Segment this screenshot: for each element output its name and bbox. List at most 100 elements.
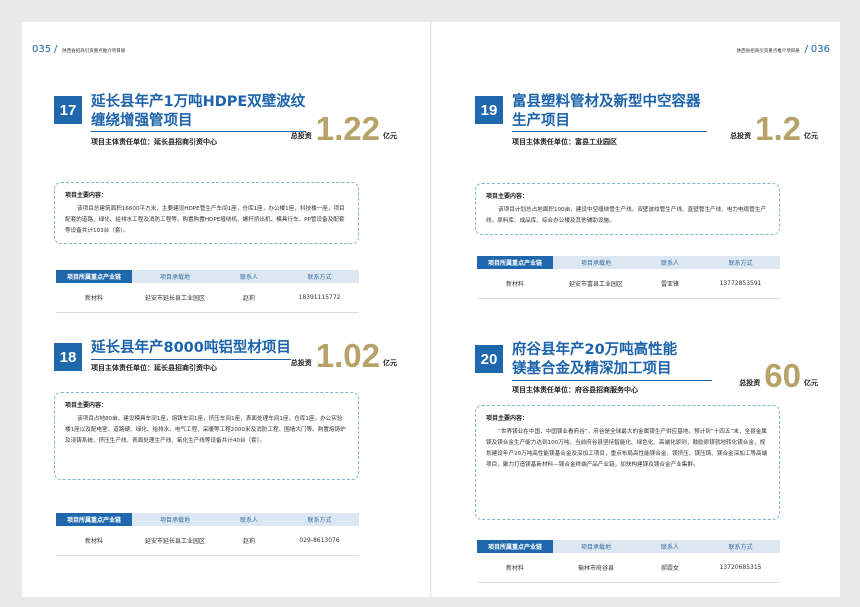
right-page-header: 陕西省招商引资重点推介项目册 / 036	[735, 44, 830, 55]
table-header: 项目所属重点产业链 项目承载地 联系人 联系方式	[477, 256, 780, 269]
header-contact: 联系人	[660, 544, 679, 551]
content-title: 项目主要内容：	[65, 192, 108, 199]
project-number-badge: 20	[475, 345, 503, 373]
investment-unit: 亿元	[383, 359, 397, 367]
header-location: 项目承载地	[580, 544, 611, 551]
header-location: 项目承载地	[159, 274, 190, 281]
industry-chain-cell: 新材料	[505, 565, 524, 572]
industry-chain-cell: 新材料	[84, 538, 103, 545]
contact-cell: 赵莉	[242, 538, 255, 545]
table-header: 项目所属重点产业链 项目承载地 联系人 联系方式	[477, 540, 780, 553]
header-contact: 联系人	[239, 517, 258, 524]
content-text: 该项目占地80亩，建设模具车间1座，熔铸车间1座，挤压车间1座，表面处理车间1座…	[65, 416, 346, 444]
contact-cell: 郝霞女	[660, 565, 679, 572]
total-investment: 总投资 60 亿元	[739, 359, 818, 392]
project-content-box: 项目主要内容： 该项目占地80亩，建设模具车间1座，熔铸车间1座，挤压车间1座，…	[54, 392, 359, 480]
header-location: 项目承载地	[580, 260, 611, 267]
investment-amount: 1.02	[315, 337, 380, 374]
investment-amount: 1.22	[315, 110, 380, 147]
investment-label: 总投资	[739, 379, 761, 387]
content-text: “世界镁业在中国，中国镁业看府谷”，府谷是全球最大的金属镁生产供应基地。预计到“…	[486, 429, 768, 468]
project-number-badge: 19	[475, 96, 503, 124]
project-title-line2: 镁基合金及精深加工项目	[512, 361, 672, 377]
total-investment: 总投资 1.2 亿元	[730, 112, 818, 145]
project-title: 延长县年产8000吨铝型材项目	[91, 339, 311, 358]
title-underline	[512, 131, 707, 132]
header-contact: 联系人	[239, 274, 258, 281]
content-text: 该项目总建筑面积16600平方米，主要建设HDPE管生产车间1座，仓库1座，办公…	[65, 206, 345, 234]
project-title-line1: 府谷县年产20万吨高性能	[512, 342, 678, 358]
header-slash: /	[804, 44, 809, 55]
contact-cell: 赵莉	[242, 295, 255, 302]
project-title: 府谷县年产20万吨高性能 镁基合金及精深加工项目	[512, 341, 732, 379]
project-18: 18 延长县年产8000吨铝型材项目 项目主体责任单位：延长县招商引资中心 总投…	[54, 339, 399, 563]
header-industry-chain: 项目所属重点产业链	[56, 513, 132, 526]
investment-unit: 亿元	[804, 132, 818, 140]
right-page: 陕西省招商引资重点推介项目册 / 036 19 富县塑料管材及新型中空容器 生产…	[431, 22, 840, 597]
location-cell: 延安市延长县工业园区	[144, 295, 205, 302]
total-investment: 总投资 1.22 亿元	[291, 112, 397, 145]
contact-cell: 雷亚锋	[660, 281, 679, 288]
project-17: 17 延长县年产1万吨HDPE双壁波纹 缠绕增强管项目 项目主体责任单位：延长县…	[54, 93, 399, 316]
responsible-unit: 项目主体责任单位：富县工业园区	[512, 138, 617, 146]
table-row: 新材料 延安市富县工业园区 雷亚锋 13772853591	[477, 269, 780, 299]
table-row: 新材料 榆林市府谷县 郝霞女 13720685315	[477, 553, 780, 583]
phone-cell: 13772853591	[719, 280, 762, 287]
project-info-table: 项目所属重点产业链 项目承载地 联系人 联系方式 新材料 榆林市府谷县 郝霞女 …	[477, 540, 780, 583]
investment-amount: 1.2	[755, 110, 801, 147]
project-title: 延长县年产1万吨HDPE双壁波纹 缠绕增强管项目	[91, 93, 311, 131]
investment-label: 总投资	[290, 132, 312, 140]
investment-unit: 亿元	[804, 379, 818, 387]
running-title: 陕西省招商引资重点推介项目册	[62, 49, 126, 54]
running-title: 陕西省招商引资重点推介项目册	[736, 49, 800, 54]
investment-label: 总投资	[730, 132, 752, 140]
header-industry-chain: 项目所属重点产业链	[56, 270, 132, 283]
location-cell: 延安市富县工业园区	[568, 281, 623, 288]
project-content-box: 项目主要内容： 该项目总建筑面积16600平方米，主要建设HDPE管生产车间1座…	[54, 182, 359, 244]
project-title-line1: 延长县年产8000吨铝型材项目	[91, 340, 291, 356]
industry-chain-cell: 新材料	[505, 281, 524, 288]
investment-label: 总投资	[290, 359, 312, 367]
project-number-badge: 17	[54, 96, 82, 124]
project-content-box: 项目主要内容： “世界镁业在中国，中国镁业看府谷”，府谷是全球最大的金属镁生产供…	[475, 405, 780, 520]
header-industry-chain: 项目所属重点产业链	[477, 256, 553, 269]
project-title-line1: 富县塑料管材及新型中空容器	[512, 94, 701, 110]
header-location: 项目承载地	[159, 517, 190, 524]
project-info-table: 项目所属重点产业链 项目承载地 联系人 联系方式 新材料 延安市富县工业园区 雷…	[477, 256, 780, 299]
header-phone: 联系方式	[728, 544, 753, 551]
project-19: 19 富县塑料管材及新型中空容器 生产项目 项目主体责任单位：富县工业园区 总投…	[475, 93, 820, 299]
project-title-line2: 缠绕增强管项目	[91, 113, 193, 129]
project-title-line1: 延长县年产1万吨HDPE双壁波纹	[91, 94, 306, 110]
project-content-box: 项目主要内容： 该项目计划总占地面积100亩，建设中空缠绕管生产线、双壁波纹管生…	[475, 183, 780, 235]
content-title: 项目主要内容：	[65, 402, 108, 409]
left-page: 035 / 陕西省招商引资重点推介项目册 17 延长县年产1万吨HDPE双壁波纹…	[22, 22, 431, 597]
title-underline	[512, 380, 712, 381]
content-title: 项目主要内容：	[486, 415, 529, 422]
header-slash: /	[53, 44, 58, 55]
responsible-unit: 项目主体责任单位：府谷县招商服务中心	[512, 386, 638, 394]
investment-amount: 60	[764, 357, 801, 394]
location-cell: 延安市延长县工业园区	[144, 538, 205, 545]
table-row: 新材料 延安市延长县工业园区 赵莉 18391115772	[56, 283, 359, 313]
page-number: 036	[810, 44, 830, 55]
project-title: 富县塑料管材及新型中空容器 生产项目	[512, 93, 732, 131]
investment-unit: 亿元	[383, 132, 397, 140]
project-info-table: 项目所属重点产业链 项目承载地 联系人 联系方式 新材料 延安市延长县工业园区 …	[56, 513, 359, 556]
header-phone: 联系方式	[307, 274, 332, 281]
project-info-table: 项目所属重点产业链 项目承载地 联系人 联系方式 新材料 延安市延长县工业园区 …	[56, 270, 359, 313]
total-investment: 总投资 1.02 亿元	[291, 339, 397, 372]
page-number: 035	[32, 44, 52, 55]
header-contact: 联系人	[660, 260, 679, 267]
left-page-header: 035 / 陕西省招商引资重点推介项目册	[32, 44, 127, 55]
title-underline	[91, 359, 291, 360]
responsible-unit: 项目主体责任单位：延长县招商引资中心	[91, 364, 217, 372]
header-industry-chain: 项目所属重点产业链	[477, 540, 553, 553]
content-text: 该项目计划总占地面积100亩，建设中空缠绕管生产线、双壁波纹管生产线、直壁管生产…	[486, 207, 766, 224]
responsible-unit: 项目主体责任单位：延长县招商引资中心	[91, 138, 217, 146]
title-underline	[91, 131, 306, 132]
header-phone: 联系方式	[728, 260, 753, 267]
project-number-badge: 18	[54, 343, 82, 371]
phone-cell: 18391115772	[298, 294, 341, 301]
table-row: 新材料 延安市延长县工业园区 赵莉 029-8613076	[56, 526, 359, 556]
project-title-line2: 生产项目	[512, 113, 570, 129]
